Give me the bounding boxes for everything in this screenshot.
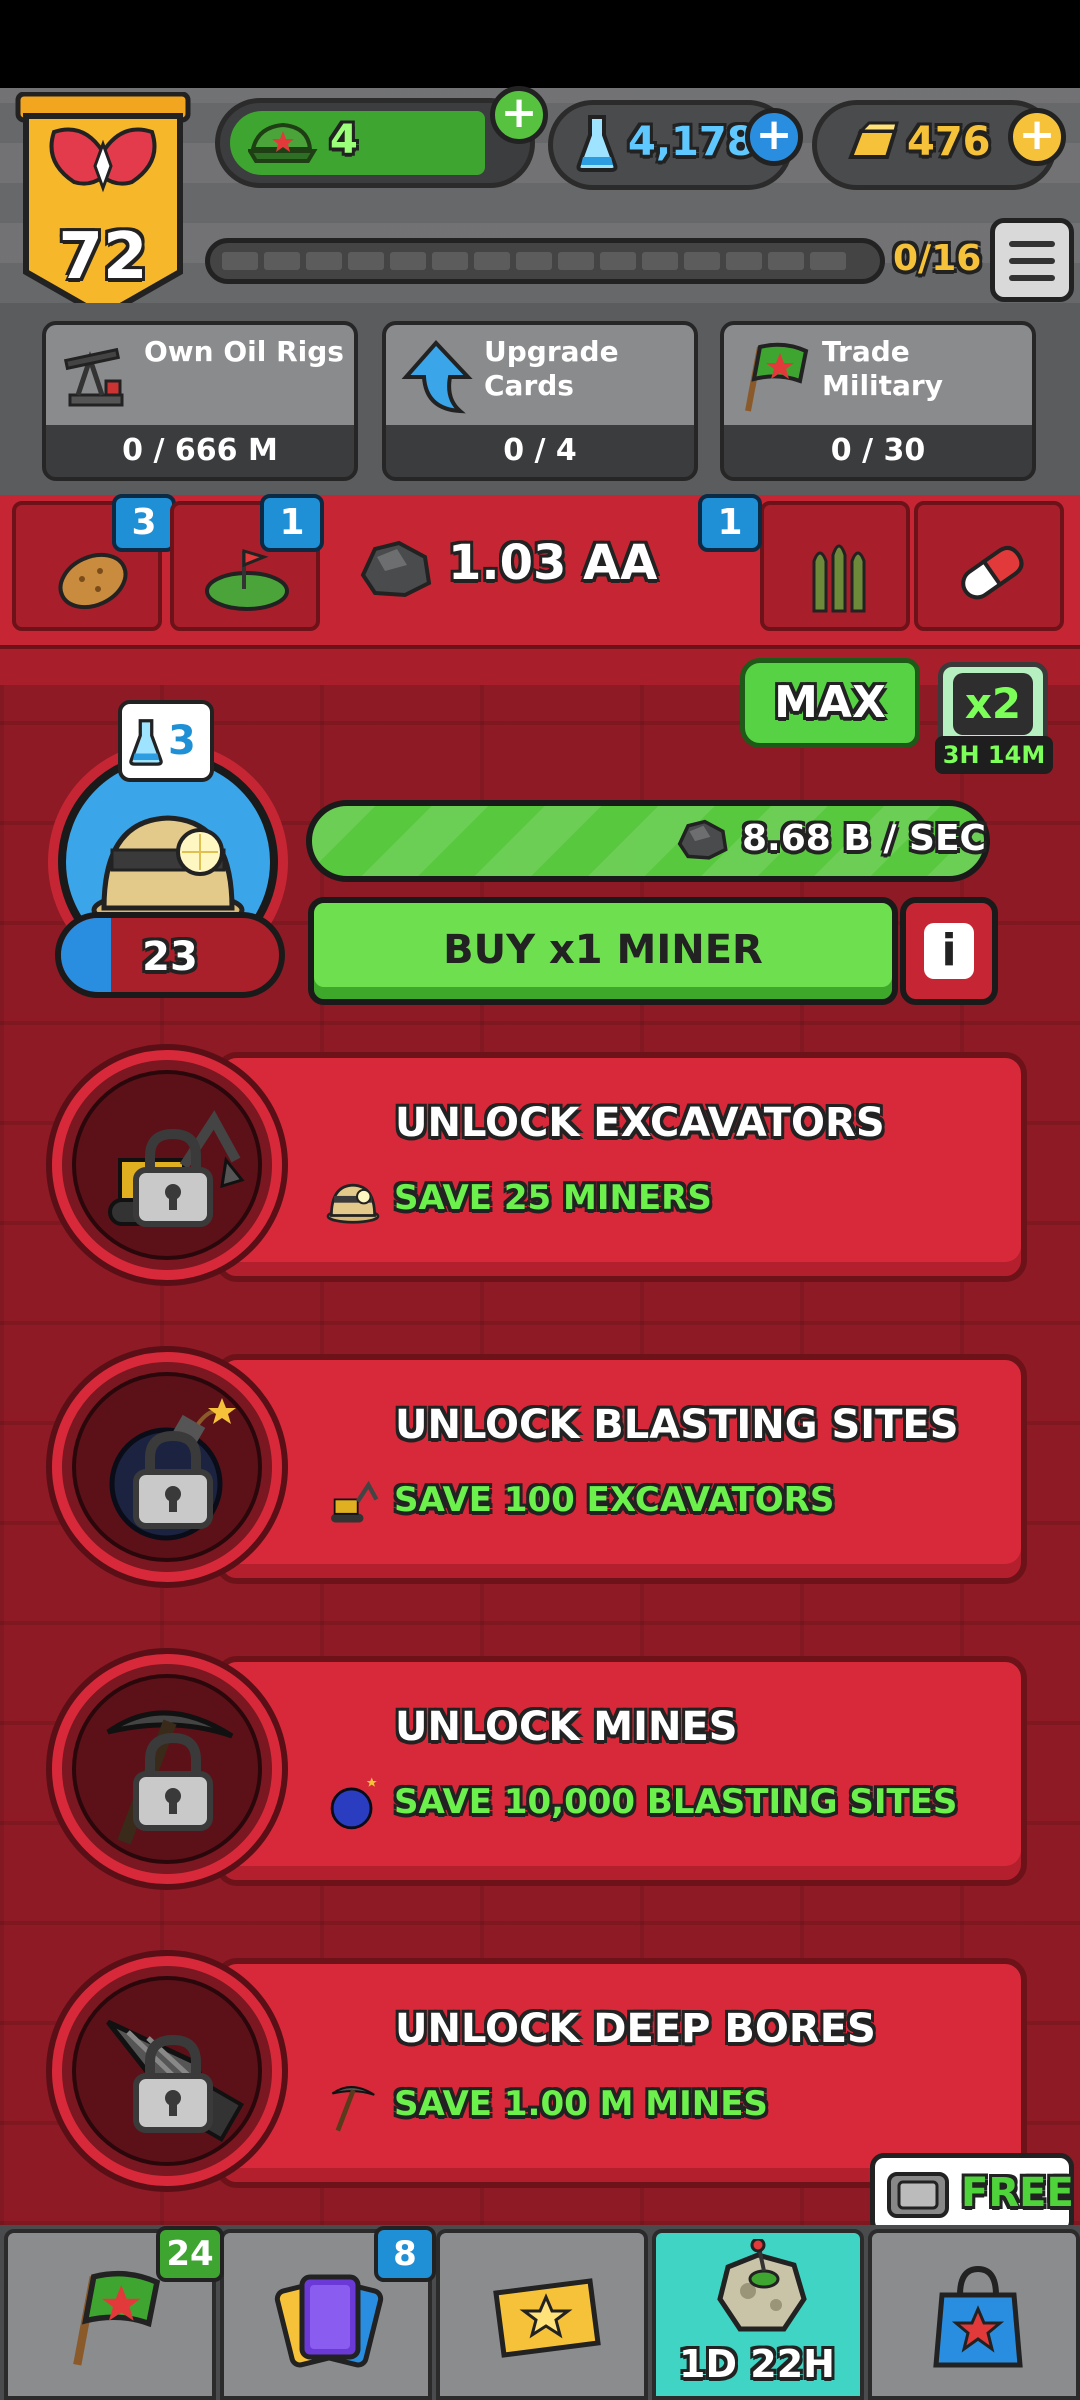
military-flag-icon	[73, 2270, 161, 2366]
unlock-card-excavators[interactable]	[215, 1052, 1027, 1282]
unlock-title: UNLOCK MINES	[395, 1704, 738, 1750]
add-science-button[interactable]: +	[745, 108, 803, 166]
missions-bar: Own Oil Rigs 0 / 666 M Upgrade Cards 0 / …	[0, 303, 1080, 495]
miner-helmet-icon	[326, 1183, 380, 1224]
unlock-requirement: SAVE 100 EXCAVATORS	[394, 1480, 835, 1520]
unlock-circle	[52, 1956, 282, 2186]
add-military-button[interactable]: +	[490, 86, 548, 144]
shop-bag-icon	[933, 2265, 1023, 2368]
land-badge: 1	[260, 494, 324, 552]
player-level: 72	[58, 220, 148, 294]
miner-flask-count: 3	[168, 718, 196, 764]
current-resource-amount: 1.03 AA	[448, 535, 658, 591]
nav-tab-ticket[interactable]	[436, 2229, 648, 2400]
level-progress-bar	[205, 238, 885, 284]
star-ticket-icon	[493, 2278, 601, 2358]
mission-label: Own Oil Rigs	[144, 335, 344, 368]
flask-icon	[576, 115, 618, 172]
pill-icon	[961, 545, 1024, 600]
up-arrow-icon	[401, 340, 473, 414]
bomb-icon	[330, 1777, 377, 1830]
potato-badge: 3	[112, 494, 176, 552]
buy-miner-button[interactable]: BUY x1 MINER	[308, 897, 898, 1005]
production-rate: 8.68 B / SEC	[742, 818, 986, 859]
unlock-circle	[52, 1352, 282, 1582]
excavator-icon	[331, 1480, 379, 1523]
miner-count: 23	[142, 934, 198, 980]
buy-miner-label: BUY x1 MINER	[443, 927, 763, 973]
nav-tab-shop[interactable]	[868, 2229, 1080, 2400]
mission-label: Upgrade Cards	[484, 335, 619, 402]
cards-icon	[274, 2274, 384, 2368]
military-token-count: 4	[330, 117, 358, 163]
menu-button[interactable]	[990, 218, 1074, 302]
info-icon: i	[924, 923, 974, 979]
unlock-circle	[52, 1654, 282, 1884]
x2-timer: 3H 14M	[935, 736, 1053, 774]
flask-icon	[129, 719, 163, 766]
x2-label: x2	[953, 673, 1033, 735]
info-button[interactable]: i	[900, 897, 998, 1005]
miner-science-badge: 3	[118, 700, 214, 782]
tab-medicine[interactable]	[914, 501, 1064, 631]
level-progress-text: 0/16	[893, 238, 982, 279]
event-timer: 1D 22H	[679, 2342, 835, 2386]
status-bar	[0, 0, 1080, 88]
land-plot-icon	[205, 548, 289, 611]
unlock-requirement: SAVE 25 MINERS	[394, 1178, 712, 1218]
asteroid-event-icon	[717, 2239, 807, 2332]
military-flag-icon	[745, 342, 809, 412]
pickaxe-icon	[331, 2086, 375, 2132]
unlock-requirement: SAVE 1.00 M MINES	[394, 2084, 768, 2124]
military-cap-icon	[248, 122, 318, 163]
unlock-card-mines[interactable]	[215, 1656, 1027, 1886]
mission-count: 0 / 30	[830, 433, 926, 468]
science-count: 4,178	[628, 119, 755, 165]
lock-icon	[133, 1128, 213, 1227]
level-banner[interactable]: 72	[14, 91, 192, 322]
unlock-card-blasting-sites[interactable]	[215, 1354, 1027, 1584]
coal-icon	[677, 819, 728, 860]
potato-icon	[58, 552, 128, 610]
category-bar: 3 1 1.03 AA 1	[0, 494, 1080, 685]
tab-ammo[interactable]	[760, 501, 910, 631]
ammo-icon	[812, 544, 866, 613]
ammo-badge: 1	[698, 494, 762, 552]
mission-count: 0 / 666 M	[122, 433, 278, 468]
unlock-title: UNLOCK DEEP BORES	[395, 2006, 876, 2052]
unlock-title: UNLOCK EXCAVATORS	[395, 1100, 885, 1146]
lock-icon	[133, 2034, 213, 2133]
miner-count-bar: 23	[55, 912, 285, 998]
mission-upgrade-cards[interactable]: Upgrade Cards 0 / 4	[382, 321, 698, 481]
gold-bar-icon	[848, 121, 899, 159]
mission-count: 0 / 4	[503, 433, 577, 468]
cards-nav-badge: 8	[374, 2226, 436, 2282]
unlock-title: UNLOCK BLASTING SITES	[395, 1402, 959, 1448]
free-crate-icon	[887, 2172, 949, 2218]
add-gold-button[interactable]: +	[1008, 108, 1066, 166]
gold-count: 476	[907, 119, 991, 165]
military-nav-badge: 24	[156, 2226, 224, 2282]
free-label: FREE	[961, 2170, 1074, 2216]
unlock-requirement: SAVE 10,000 BLASTING SITES	[394, 1782, 958, 1822]
mission-label: Trade Military	[822, 335, 943, 402]
oil-rig-icon	[63, 347, 124, 407]
military-token-counter[interactable]: 4	[215, 98, 535, 188]
free-offer-button[interactable]: FREE	[870, 2153, 1074, 2235]
unlock-circle	[52, 1050, 282, 1280]
mission-trade-military[interactable]: Trade Military 0 / 30	[720, 321, 1036, 481]
mission-own-oil-rigs[interactable]: Own Oil Rigs 0 / 666 M	[42, 321, 358, 481]
coal-icon	[360, 540, 432, 598]
max-buy-button[interactable]: MAX	[740, 658, 920, 748]
lock-icon	[133, 1732, 213, 1831]
lock-icon	[133, 1430, 213, 1529]
